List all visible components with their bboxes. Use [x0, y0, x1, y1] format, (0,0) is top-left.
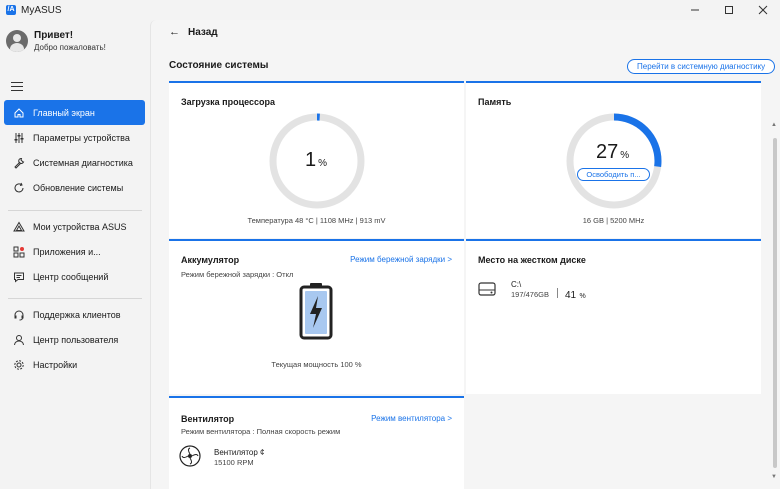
drive-icon	[478, 282, 496, 296]
profile-greeting: Привет!	[34, 30, 74, 41]
cpu-value-number: 1	[305, 149, 317, 171]
menu-icon[interactable]	[11, 82, 23, 92]
battery-care-link[interactable]: Режим бережной зарядки >	[350, 255, 452, 264]
cpu-footer: Температура 48 °C | 1108 MHz | 913 mV	[247, 216, 386, 225]
memory-value-unit: %	[620, 150, 630, 161]
section-title: Состояние системы	[169, 60, 269, 71]
cpu-value-unit: %	[318, 158, 328, 169]
cpu-value: 1%	[305, 149, 327, 172]
sidebar-item-label: Мои устройства ASUS	[33, 221, 127, 232]
sidebar-item-messages[interactable]: Центр сообщений	[4, 264, 145, 289]
maximize-icon	[725, 6, 733, 14]
sidebar-item-support[interactable]: Поддержка клиентов	[4, 302, 145, 327]
message-icon	[12, 270, 26, 284]
fan-subtitle: Режим вентилятора : Полная скорость режи…	[181, 427, 341, 436]
apps-icon	[12, 245, 26, 259]
sidebar-item-device-settings[interactable]: Параметры устройства	[4, 125, 145, 150]
sidebar-item-settings[interactable]: Настройки	[4, 352, 145, 377]
fan-icon	[179, 445, 201, 467]
gear-icon	[12, 358, 26, 372]
divider	[8, 210, 142, 211]
memory-value-number: 27	[596, 141, 619, 163]
nav-group-devices: Мои устройства ASUS Приложения и... Цент…	[4, 214, 145, 289]
refresh-icon	[12, 181, 26, 195]
sidebar-item-diagnostics[interactable]: Системная диагностика	[4, 150, 145, 175]
title-bar: /A MyASUS	[0, 0, 780, 20]
profile[interactable]: Привет! Добро пожаловать!	[6, 30, 106, 52]
sidebar-item-label: Приложения и...	[33, 246, 101, 257]
battery-title: Аккумулятор	[181, 255, 240, 265]
fan-mode-link[interactable]: Режим вентилятора >	[371, 414, 452, 423]
headset-icon	[12, 308, 26, 322]
scroll-down-arrow-icon[interactable]: ▼	[771, 474, 777, 480]
sidebar-item-label: Настройки	[33, 359, 78, 370]
main-content: ← Назад Состояние системы Перейти в сист…	[150, 20, 780, 489]
divider	[8, 298, 142, 299]
wrench-icon	[12, 156, 26, 170]
cpu-card: Загрузка процессора 1% Температура 48 °C…	[169, 81, 464, 238]
minimize-button[interactable]	[678, 0, 712, 20]
profile-welcome: Добро пожаловать!	[34, 43, 106, 52]
sidebar-item-label: Параметры устройства	[33, 132, 130, 143]
free-memory-button[interactable]: Освободить п...	[577, 168, 650, 181]
sidebar-item-home[interactable]: Главный экран	[4, 100, 145, 125]
sidebar-item-apps[interactable]: Приложения и...	[4, 239, 145, 264]
scroll-up-arrow-icon[interactable]: ▲	[771, 122, 777, 128]
battery-footer: Текущая мощность 100 %	[271, 360, 362, 369]
battery-subtitle: Режим бережной зарядки : Откл	[181, 270, 294, 279]
sliders-icon	[12, 131, 26, 145]
memory-value: 27%	[596, 141, 629, 164]
close-button[interactable]	[746, 0, 780, 20]
nav-group-main: Главный экран Параметры устройства Систе…	[4, 100, 145, 200]
avatar	[6, 30, 28, 52]
battery-icon	[299, 283, 333, 340]
sidebar-item-label: Системная диагностика	[33, 157, 133, 168]
fan-title: Вентилятор	[181, 414, 235, 424]
sidebar-item-system-update[interactable]: Обновление системы	[4, 175, 145, 200]
sidebar-item-label: Центр сообщений	[33, 271, 109, 282]
memory-card: Память 27% Освободить п... 16 GB | 5200 …	[466, 81, 761, 238]
disk-percent: 41 %	[565, 287, 586, 301]
triangle-icon	[12, 220, 26, 234]
disk-card: Место на жестком диске C:\ 197/476GB 41 …	[466, 239, 761, 394]
fan-rpm: 15100 RPM	[214, 458, 254, 467]
disk-separator	[557, 288, 558, 298]
sidebar-item-label: Центр пользователя	[33, 334, 119, 345]
user-icon	[12, 333, 26, 347]
sidebar-item-label: Главный экран	[33, 107, 95, 118]
maximize-button[interactable]	[712, 0, 746, 20]
sidebar-item-my-devices[interactable]: Мои устройства ASUS	[4, 214, 145, 239]
app-logo: /A	[6, 5, 16, 15]
window-controls	[678, 0, 780, 20]
nav-group-support: Поддержка клиентов Центр пользователя На…	[4, 302, 145, 377]
sidebar-item-label: Обновление системы	[33, 182, 124, 193]
battery-card: Аккумулятор Режим бережной зарядки > Реж…	[169, 239, 464, 394]
minimize-icon	[691, 9, 699, 11]
sidebar-item-label: Поддержка клиентов	[33, 309, 121, 320]
disk-drive-letter: C:\	[511, 280, 522, 289]
back-label: Назад	[188, 26, 218, 38]
memory-title: Память	[478, 97, 512, 107]
cpu-title: Загрузка процессора	[181, 97, 276, 107]
go-diagnostics-button[interactable]: Перейти в системную диагностику	[627, 59, 776, 74]
close-icon	[758, 5, 768, 15]
back-arrow-icon: ←	[169, 26, 180, 38]
back-button[interactable]: ← Назад	[169, 26, 218, 38]
disk-title: Место на жестком диске	[478, 255, 586, 265]
sidebar: Привет! Добро пожаловать! Главный экран …	[0, 20, 150, 489]
memory-footer: 16 GB | 5200 MHz	[582, 216, 645, 225]
disk-usage: 197/476GB	[511, 290, 549, 299]
home-icon	[12, 106, 26, 120]
app-title: MyASUS	[21, 4, 62, 16]
sidebar-item-user-center[interactable]: Центр пользователя	[4, 327, 145, 352]
fan-card: Вентилятор Режим вентилятора > Режим вен…	[169, 396, 464, 489]
scrollbar[interactable]	[773, 138, 777, 468]
fan-name: Вентилятор ¢	[214, 448, 265, 457]
disk-percent-number: 41	[565, 290, 577, 301]
disk-percent-unit: %	[579, 293, 586, 300]
